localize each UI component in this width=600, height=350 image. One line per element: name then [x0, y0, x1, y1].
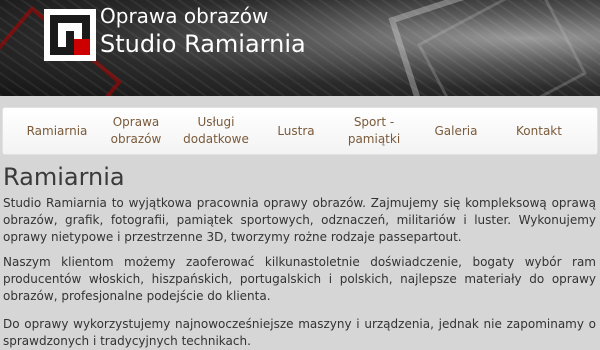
intro-paragraph: Studio Ramiarnia to wyjątkowa pracownia … — [3, 196, 596, 244]
site-subtitle: Oprawa obrazów — [100, 4, 269, 28]
equipment-paragraph: Do oprawy wykorzystujemy najnowocześniej… — [3, 317, 596, 348]
studio-logo-icon[interactable] — [44, 9, 96, 61]
main-content: Ramiarnia Studio Ramiarnia to wyjątkowa … — [3, 163, 596, 350]
nav-item-ramiarnia[interactable]: Ramiarnia — [13, 108, 101, 154]
nav-item-kontakt[interactable]: Kontakt — [499, 108, 579, 154]
nav-item-uslugi-dodatkowe[interactable]: Usługi dodatkowe — [181, 108, 251, 154]
nav-item-sport-pamiatki[interactable]: Sport - pamiątki — [343, 108, 405, 154]
experience-paragraph: Naszym klientom możemy zaoferować kilkun… — [3, 255, 596, 303]
main-navigation: Ramiarnia Oprawa obrazów Usługi dodatkow… — [2, 107, 598, 155]
site-title[interactable]: Studio Ramiarnia — [100, 30, 306, 58]
nav-item-oprawa-obrazow[interactable]: Oprawa obrazów — [105, 108, 167, 154]
nav-item-galeria[interactable]: Galeria — [421, 108, 491, 154]
page-title: Ramiarnia — [3, 163, 125, 191]
nav-item-lustra[interactable]: Lustra — [261, 108, 331, 154]
header-banner: Oprawa obrazów Studio Ramiarnia — [0, 0, 600, 96]
